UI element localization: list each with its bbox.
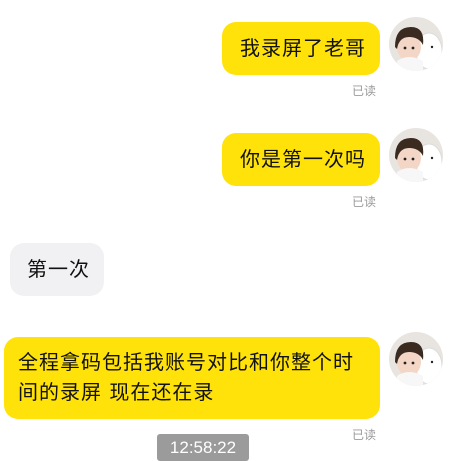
read-receipt: 已读 — [352, 84, 377, 98]
read-receipt: 已读 — [352, 195, 377, 209]
recording-timestamp: 12:58:22 — [157, 434, 249, 461]
chat-bubble-outgoing[interactable]: 你是第一次吗 — [222, 133, 380, 186]
avatar[interactable] — [389, 128, 443, 182]
chat-bubble-outgoing[interactable]: 全程拿码包括我账号对比和你整个时间的录屏 现在还在录 — [4, 337, 380, 419]
message-text: 我录屏了老哥 — [240, 36, 366, 60]
message-text: 你是第一次吗 — [240, 147, 366, 171]
message-text: 第一次 — [27, 257, 90, 281]
message-text: 全程拿码包括我账号对比和你整个时间的录屏 现在还在录 — [18, 350, 354, 404]
chat-bubble-incoming[interactable]: 第一次 — [10, 243, 104, 296]
avatar[interactable] — [389, 332, 443, 386]
chat-bubble-outgoing[interactable]: 我录屏了老哥 — [222, 22, 380, 75]
avatar-girl-with-plush-icon — [389, 17, 443, 71]
avatar[interactable] — [389, 17, 443, 71]
avatar-girl-with-plush-icon — [389, 128, 443, 182]
read-receipt: 已读 — [352, 428, 377, 442]
avatar-girl-with-plush-icon — [389, 332, 443, 386]
